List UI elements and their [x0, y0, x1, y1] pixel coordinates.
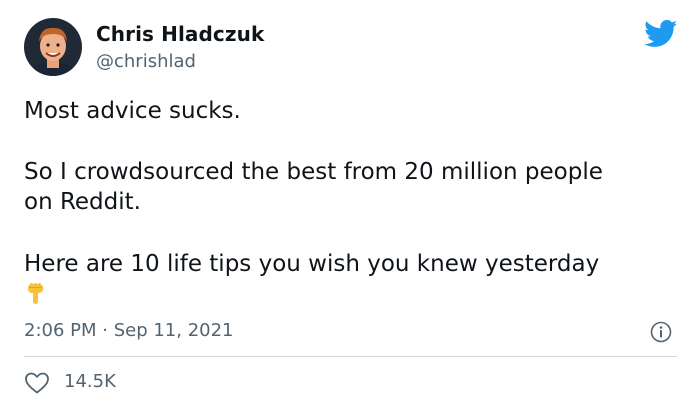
tweet-line-1: Most advice sucks. — [24, 98, 241, 124]
divider — [24, 356, 677, 357]
heart-icon[interactable] — [24, 371, 50, 395]
pointing-down-emoji-icon — [25, 281, 49, 305]
author-handle[interactable]: @chrishlad — [96, 51, 196, 72]
tweet-line-4: Here are 10 life tips you wish you knew … — [24, 251, 600, 277]
like-count: 14.5K — [64, 371, 116, 392]
info-icon[interactable] — [650, 321, 672, 343]
tweet-line-2: So I crowdsourced the best from 20 milli… — [24, 159, 603, 185]
author-avatar[interactable] — [24, 18, 82, 76]
tweet-line-3: on Reddit. — [24, 189, 141, 215]
twitter-bird-icon[interactable] — [644, 20, 678, 48]
author-name[interactable]: Chris Hladczuk — [96, 22, 264, 46]
tweet-card: Chris Hladczuk @chrishlad Most advice su… — [0, 0, 700, 410]
tweet-timestamp[interactable]: 2:06 PM · Sep 11, 2021 — [24, 320, 234, 341]
